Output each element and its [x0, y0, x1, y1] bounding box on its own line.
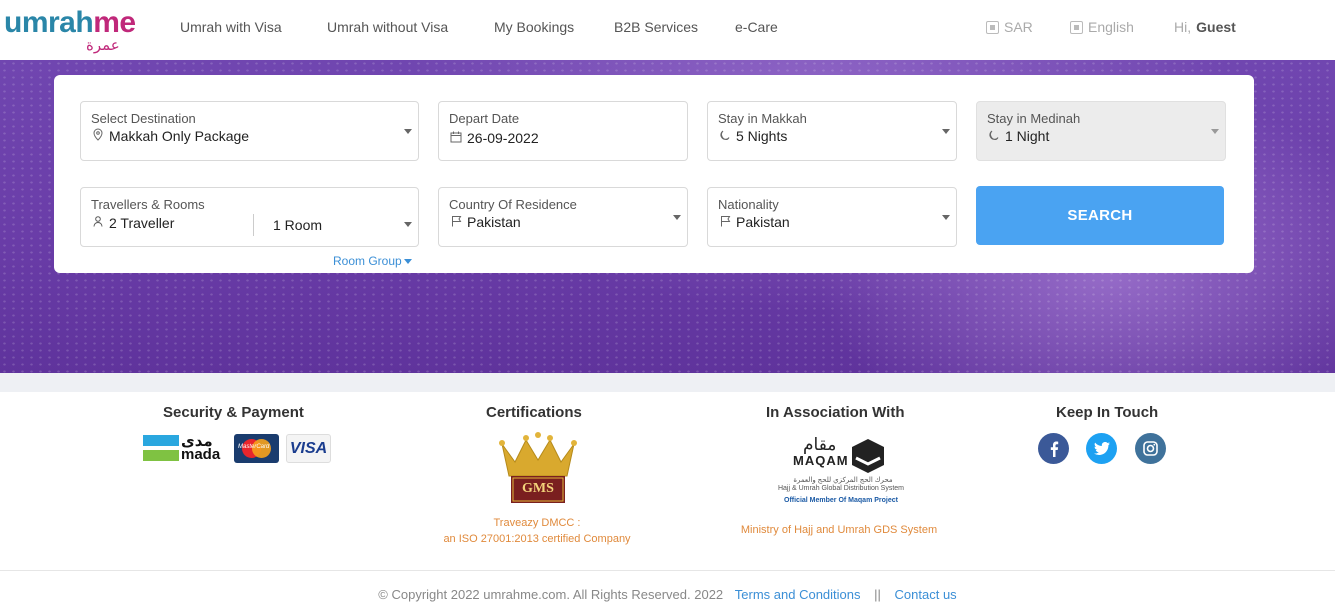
- greeting-text: Hi,: [1174, 19, 1192, 35]
- terms-link[interactable]: Terms and Conditions: [735, 587, 861, 602]
- association-title: In Association With: [766, 404, 905, 421]
- link-separator: ||: [874, 587, 881, 602]
- certifications-title: Certifications: [486, 404, 582, 421]
- makkah-stay-label: Stay in Makkah: [718, 111, 807, 126]
- room-group-label: Room Group: [333, 254, 402, 268]
- copyright-bar: © Copyright 2022 umrahme.com. All Rights…: [0, 587, 1335, 602]
- chevron-down-icon: [942, 129, 950, 134]
- makkah-stay-select[interactable]: Stay in Makkah 5 Nights: [707, 101, 957, 161]
- caret-down-icon: [403, 258, 412, 264]
- site-header: umrahme عمرة مي Umrah with Visa Umrah wi…: [0, 0, 1335, 72]
- nationality-label: Nationality: [718, 197, 779, 212]
- travellers-rooms-label: Travellers & Rooms: [91, 197, 205, 212]
- gms-logo-text: GMS: [522, 481, 554, 496]
- certification-caption: Traveazy DMCC : an ISO 27001:2013 certif…: [437, 515, 637, 547]
- chevron-down-icon: [404, 222, 412, 227]
- travellers-value: 2 Traveller: [109, 215, 175, 231]
- destination-value: Makkah Only Package: [109, 128, 250, 144]
- section-separator: [0, 373, 1335, 392]
- maqam-text: MAQAM: [793, 453, 849, 468]
- rooms-value: 1 Room: [273, 217, 323, 233]
- keep-in-touch-title: Keep In Touch: [1056, 404, 1159, 421]
- chevron-down-icon: [673, 215, 681, 220]
- umrahme-logo[interactable]: umrahme عمرة مي: [4, 6, 139, 72]
- flag-icon: [449, 215, 463, 230]
- nav-b2b-services[interactable]: B2B Services: [614, 19, 698, 35]
- user-name: Guest: [1196, 19, 1236, 35]
- residence-select[interactable]: Country Of Residence Pakistan: [438, 187, 688, 247]
- medinah-stay-value: 1 Night: [1005, 128, 1050, 144]
- contact-link[interactable]: Contact us: [895, 587, 957, 602]
- maqam-arabic-subtitle: محرك الحج المركزي للحج والعمرة: [793, 477, 893, 484]
- field-divider: [253, 214, 254, 236]
- moon-icon: [987, 129, 1001, 144]
- maqam-member-text: Official Member Of Maqam Project: [784, 497, 898, 504]
- residence-label: Country Of Residence: [449, 197, 577, 212]
- chevron-down-icon: [404, 129, 412, 134]
- association-caption: Ministry of Hajj and Umrah GDS System: [740, 524, 938, 536]
- nationality-value: Pakistan: [736, 214, 790, 230]
- calendar-icon: [449, 131, 463, 146]
- copyright-text: © Copyright 2022 umrahme.com. All Rights…: [378, 587, 724, 602]
- footer-divider: [0, 570, 1335, 571]
- instagram-icon[interactable]: [1135, 433, 1166, 464]
- user-menu[interactable]: Hi, Guest: [1174, 19, 1236, 35]
- room-group-toggle[interactable]: Room Group: [333, 254, 412, 268]
- destination-label: Select Destination: [91, 111, 196, 126]
- security-payment-title: Security & Payment: [163, 404, 304, 421]
- chevron-down-icon: [1211, 129, 1219, 134]
- makkah-stay-value: 5 Nights: [736, 128, 788, 144]
- visa-logo: VISA: [286, 434, 331, 463]
- mastercard-text: MasterCard: [238, 444, 270, 450]
- maqam-subtitle: Hajj & Umrah Global Distribution System: [777, 485, 905, 492]
- medinah-stay-label: Stay in Medinah: [987, 111, 1081, 126]
- search-button[interactable]: SEARCH: [976, 186, 1224, 245]
- language-label: English: [1088, 19, 1134, 35]
- nav-umrah-without-visa[interactable]: Umrah without Visa: [327, 19, 448, 35]
- residence-value: Pakistan: [467, 214, 521, 230]
- flag-icon: [718, 215, 732, 230]
- language-icon: [1070, 20, 1083, 34]
- maqam-arabic-text: مقام: [803, 435, 837, 455]
- mastercard-logo: MasterCard: [234, 434, 279, 463]
- depart-date-value: 26-09-2022: [467, 130, 539, 146]
- mada-text: mada: [181, 446, 221, 463]
- chevron-down-icon: [942, 215, 950, 220]
- travellers-rooms-select[interactable]: Travellers & Rooms 2 Traveller 1 Room: [80, 187, 419, 247]
- mada-logo: مدى mada: [143, 432, 228, 463]
- depart-date-label: Depart Date: [449, 111, 520, 126]
- nav-ecare[interactable]: e-Care: [735, 19, 778, 35]
- medinah-stay-select[interactable]: Stay in Medinah 1 Night: [976, 101, 1226, 161]
- nav-my-bookings[interactable]: My Bookings: [494, 19, 574, 35]
- currency-label: SAR: [1004, 19, 1033, 35]
- language-selector[interactable]: English: [1070, 19, 1134, 35]
- person-icon: [91, 216, 105, 230]
- facebook-icon[interactable]: [1038, 433, 1069, 464]
- twitter-icon[interactable]: [1086, 433, 1117, 464]
- depart-date-field[interactable]: Depart Date 26-09-2022: [438, 101, 688, 161]
- maqam-logo: مقام MAQAM محرك الحج المركزي للحج والعمر…: [770, 435, 910, 510]
- logo-text: umrahme: [4, 6, 136, 39]
- currency-selector[interactable]: SAR: [986, 19, 1033, 35]
- certification-standard: an ISO 27001:2013 certified Company: [443, 533, 631, 545]
- location-pin-icon: [91, 128, 105, 144]
- nav-umrah-with-visa[interactable]: Umrah with Visa: [180, 19, 282, 35]
- nationality-select[interactable]: Nationality Pakistan: [707, 187, 957, 247]
- certification-company: Traveazy DMCC :: [493, 517, 581, 529]
- destination-select[interactable]: Select Destination Makkah Only Package: [80, 101, 419, 161]
- currency-icon: [986, 20, 999, 34]
- gms-certification-logo: GMS: [499, 432, 577, 504]
- moon-icon: [718, 129, 732, 144]
